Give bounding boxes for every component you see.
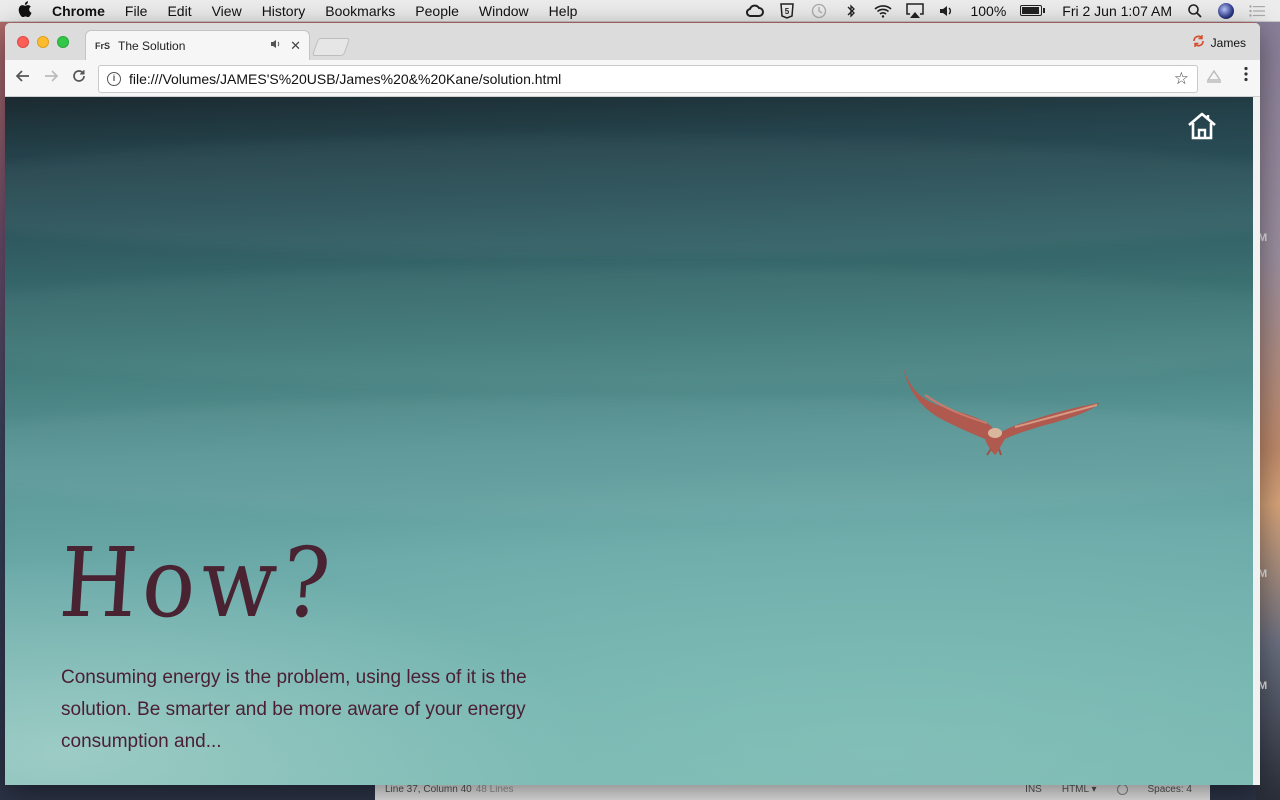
svg-text:5: 5 xyxy=(785,7,790,16)
extension-icon[interactable] xyxy=(1206,69,1222,86)
tab-strip: FrS The Solution ✕ James xyxy=(5,23,1260,60)
tab-favicon: FrS xyxy=(95,40,111,51)
menu-people[interactable]: People xyxy=(415,3,459,19)
url-text[interactable]: file:///Volumes/JAMES'S%20USB/James%20&%… xyxy=(129,71,561,87)
tab-title: The Solution xyxy=(118,38,186,53)
profile-name: James xyxy=(1210,35,1246,50)
profile-button[interactable]: James xyxy=(1192,35,1246,50)
volume-icon[interactable] xyxy=(938,3,956,19)
macos-menu-bar: Chrome File Edit View History Bookmarks … xyxy=(0,0,1280,22)
editor-cursor-position: Line 37, Column 40 xyxy=(385,784,472,795)
bluetooth-icon[interactable] xyxy=(842,3,860,19)
editor-insert-mode[interactable]: INS xyxy=(1025,784,1042,795)
window-zoom-button[interactable] xyxy=(57,36,69,48)
creative-cloud-icon[interactable] xyxy=(746,3,765,19)
menu-help[interactable]: Help xyxy=(549,3,578,19)
notification-center-icon[interactable] xyxy=(1248,3,1266,19)
html5-icon[interactable]: 5 xyxy=(778,2,796,19)
page-heading: How? xyxy=(56,527,339,639)
editor-indent-setting[interactable]: Spaces: 4 xyxy=(1148,784,1192,795)
profile-sync-icon xyxy=(1192,35,1205,50)
menu-app-chrome[interactable]: Chrome xyxy=(52,3,105,19)
back-button[interactable] xyxy=(15,68,31,89)
menu-bar-clock[interactable]: Fri 2 Jun 1:07 AM xyxy=(1062,3,1172,19)
window-minimize-button[interactable] xyxy=(37,36,49,48)
page-body-text: Consuming energy is the problem, using l… xyxy=(61,667,527,752)
site-info-icon[interactable]: i xyxy=(107,72,121,86)
address-bar[interactable]: i file:///Volumes/JAMES'S%20USB/James%20… xyxy=(98,65,1198,93)
apple-menu-icon[interactable] xyxy=(18,0,38,21)
forward-button[interactable] xyxy=(43,68,59,89)
tab-close-icon[interactable]: ✕ xyxy=(290,38,301,54)
window-close-button[interactable] xyxy=(17,36,29,48)
chrome-menu-icon[interactable] xyxy=(1244,66,1248,87)
battery-percentage[interactable]: 100% xyxy=(970,3,1006,19)
menu-bookmarks[interactable]: Bookmarks xyxy=(325,3,395,19)
page-viewport: How? Consuming energy is the problem, us… xyxy=(5,97,1253,785)
painted-texture xyxy=(5,137,1253,257)
new-tab-button[interactable] xyxy=(311,38,351,56)
menu-file[interactable]: File xyxy=(125,3,148,19)
siri-icon[interactable] xyxy=(1218,2,1234,19)
bookmark-star-icon[interactable]: ☆ xyxy=(1174,69,1189,89)
wifi-icon[interactable] xyxy=(874,3,893,19)
editor-line-count: 48 Lines xyxy=(475,784,514,795)
menu-edit[interactable]: Edit xyxy=(167,3,191,19)
eagle-illustration xyxy=(903,367,1100,456)
home-icon[interactable] xyxy=(1186,111,1218,141)
browser-toolbar: i file:///Volumes/JAMES'S%20USB/James%20… xyxy=(5,60,1260,97)
tab-the-solution[interactable]: FrS The Solution ✕ xyxy=(85,30,310,60)
editor-lint-icon[interactable] xyxy=(1116,784,1128,795)
menu-bar-status-area: 5 100% Fri 2 Jun 1:07 AM xyxy=(746,2,1280,19)
spotlight-search-icon[interactable] xyxy=(1186,3,1204,19)
menu-view[interactable]: View xyxy=(212,3,242,19)
airplay-icon[interactable] xyxy=(906,2,925,19)
editor-language-select[interactable]: HTML ▾ xyxy=(1062,784,1097,795)
menu-window[interactable]: Window xyxy=(479,3,529,19)
battery-icon[interactable] xyxy=(1020,5,1046,16)
reload-button[interactable] xyxy=(71,68,87,89)
menu-history[interactable]: History xyxy=(262,3,306,19)
browser-window: FrS The Solution ✕ James i file:///Volum… xyxy=(5,23,1260,785)
time-machine-icon[interactable] xyxy=(810,3,828,19)
tab-audio-icon[interactable] xyxy=(270,39,282,52)
